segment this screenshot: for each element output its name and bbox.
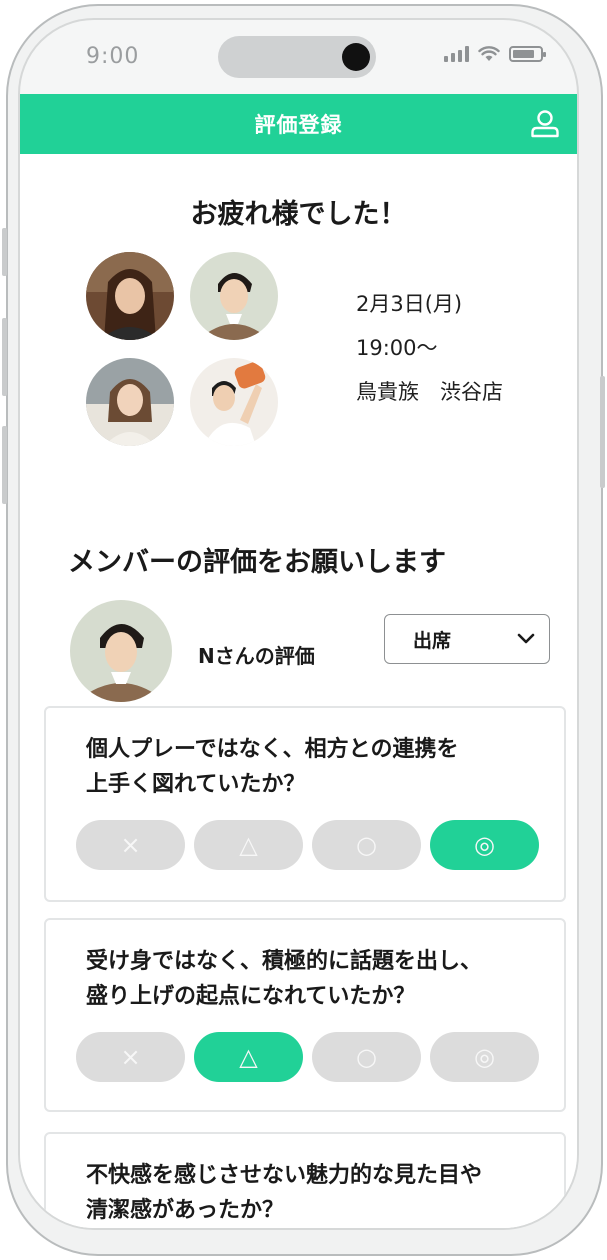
phone-screen: 9:00 評価登録 お疲れ様でした！ 2月3日(月) 19:00〜 鳥貴族 渋谷…	[18, 18, 579, 1230]
signal-icon	[444, 46, 469, 62]
battery-icon	[509, 46, 546, 62]
dynamic-island	[218, 36, 376, 78]
side-button-volume-up	[2, 318, 7, 396]
status-icons	[444, 46, 546, 62]
event-info: 2月3日(月) 19:00〜 鳥貴族 渋谷店	[356, 282, 503, 414]
section-title: メンバーの評価をお願いします	[68, 547, 446, 578]
page-title: 評価登録	[254, 113, 343, 137]
avatar	[190, 252, 278, 340]
event-time: 19:00〜	[356, 336, 438, 360]
side-button-power	[600, 376, 605, 488]
avatar	[86, 358, 174, 446]
greeting-heading: お疲れ様でした！	[190, 199, 407, 230]
rating-button-triangle[interactable]: △	[194, 820, 303, 870]
side-button-silent	[2, 228, 7, 276]
chevron-down-icon	[517, 633, 535, 644]
rating-options: × △ ○ ◎	[76, 1032, 539, 1082]
app-header: 評価登録	[20, 94, 577, 154]
avatar	[86, 252, 174, 340]
avatar	[190, 358, 278, 446]
user-icon[interactable]	[529, 108, 561, 140]
question-text: 受け身ではなく、積極的に話題を出し、 盛り上げの起点になれていたか？	[86, 949, 483, 1009]
event-date: 2月3日(月)	[356, 292, 463, 316]
rating-button-cross[interactable]: ×	[76, 1032, 185, 1082]
question-text: 不快感を感じさせない魅力的な見た目や 清潔感があったか？	[86, 1163, 483, 1223]
side-button-volume-down	[2, 426, 7, 504]
attendance-select[interactable]: 出席	[384, 614, 550, 664]
question-card: 受け身ではなく、積極的に話題を出し、 盛り上げの起点になれていたか？ × △ ○…	[44, 918, 566, 1112]
rating-options: × △ ○ ◎	[76, 820, 539, 870]
question-card: 不快感を感じさせない魅力的な見た目や 清潔感があったか？	[44, 1132, 566, 1228]
status-time: 9:00	[86, 44, 140, 69]
question-text: 個人プレーではなく、相方との連携を 上手く図れていたか？	[86, 737, 459, 797]
rating-button-triangle[interactable]: △	[194, 1032, 303, 1082]
question-card: 個人プレーではなく、相方との連携を 上手く図れていたか？ × △ ○ ◎	[44, 706, 566, 902]
rating-button-circle[interactable]: ○	[312, 1032, 421, 1082]
camera-icon	[342, 43, 370, 71]
wifi-icon	[478, 46, 500, 61]
attendance-value: 出席	[413, 629, 452, 652]
rating-button-double-circle[interactable]: ◎	[430, 820, 539, 870]
rating-button-cross[interactable]: ×	[76, 820, 185, 870]
rating-button-circle[interactable]: ○	[312, 820, 421, 870]
avatar	[70, 600, 172, 702]
member-evaluation-label: Nさんの評価	[198, 644, 315, 668]
event-place: 鳥貴族 渋谷店	[356, 380, 503, 404]
rating-button-double-circle[interactable]: ◎	[430, 1032, 539, 1082]
main-content: お疲れ様でした！ 2月3日(月) 19:00〜 鳥貴族 渋谷店 メンバーの評価を…	[20, 154, 577, 1228]
